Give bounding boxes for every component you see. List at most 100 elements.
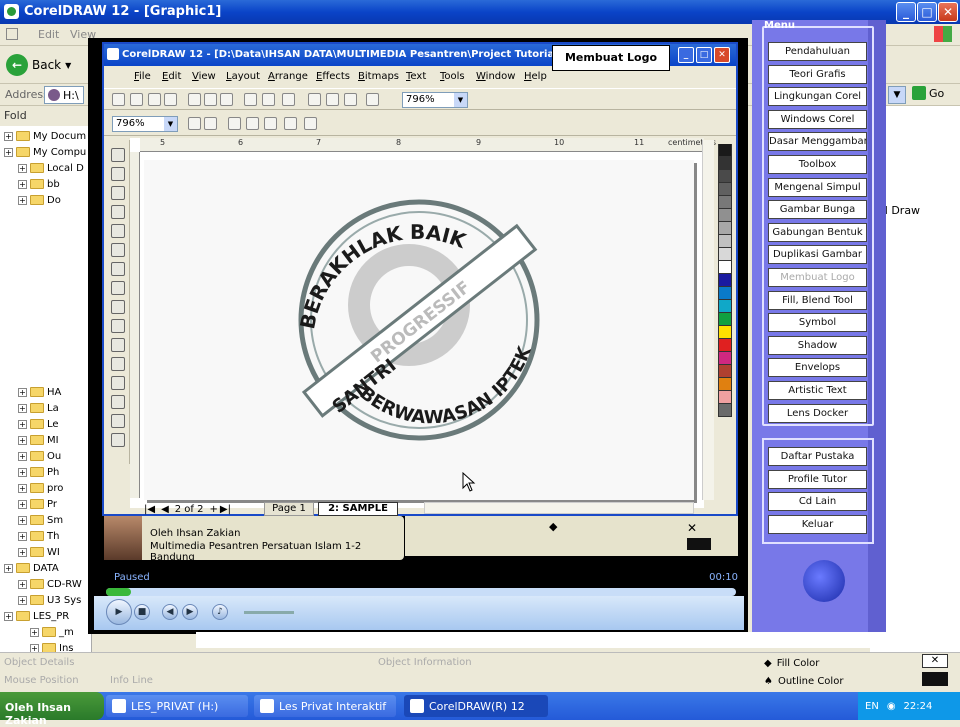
- volume-slider[interactable]: [244, 611, 294, 614]
- tree-item[interactable]: + Pr: [18, 496, 57, 512]
- tree-item[interactable]: + HA: [18, 384, 61, 400]
- menu-button[interactable]: Gambar Bunga: [768, 200, 867, 220]
- expand-icon[interactable]: +: [18, 163, 27, 173]
- tree-item[interactable]: + Th: [18, 528, 59, 544]
- back-button[interactable]: ← Back ▼: [6, 52, 71, 78]
- expand-icon[interactable]: +: [30, 627, 39, 637]
- menu-button[interactable]: Pendahuluan: [768, 42, 867, 61]
- menu-button[interactable]: Shadow: [768, 335, 867, 355]
- menu-button[interactable]: Windows Corel: [768, 109, 867, 129]
- prev-page-icon[interactable]: ◀: [161, 504, 169, 515]
- toolbar-button-icon[interactable]: [344, 93, 357, 106]
- tree-item[interactable]: + Ins: [30, 640, 74, 652]
- palette-swatch[interactable]: [718, 339, 732, 352]
- palette-swatch[interactable]: [718, 196, 732, 209]
- minimize-button[interactable]: _: [896, 2, 916, 22]
- tree-item[interactable]: + Ou: [18, 448, 61, 464]
- menu-button[interactable]: Toolbox: [768, 155, 867, 174]
- menu-bitmaps[interactable]: Bitmaps: [358, 71, 399, 82]
- last-page-icon[interactable]: ▶|: [220, 504, 231, 515]
- task-les-privat-interaktif[interactable]: Les Privat Interaktif: [254, 695, 396, 717]
- address-dropdown-button[interactable]: ▼: [888, 86, 906, 104]
- menu-window[interactable]: Window: [476, 71, 515, 82]
- toolbox-tool-icon[interactable]: [111, 205, 125, 219]
- tree-item[interactable]: + Local D: [18, 160, 84, 176]
- stop-button[interactable]: ■: [134, 604, 150, 620]
- menu-button[interactable]: Duplikasi Gambar: [768, 245, 867, 265]
- menu-button[interactable]: Dasar Menggambar: [768, 132, 867, 152]
- zoom-tool-icon[interactable]: [264, 117, 277, 130]
- menu-view[interactable]: View: [192, 71, 216, 82]
- tree-item[interactable]: + WI: [18, 544, 60, 560]
- palette-swatch[interactable]: [718, 248, 732, 261]
- toolbox-tool-icon[interactable]: [111, 319, 125, 333]
- menu-text[interactable]: Text: [406, 71, 426, 82]
- palette-swatch[interactable]: [718, 222, 732, 235]
- palette-swatch[interactable]: [718, 313, 732, 326]
- tree-item[interactable]: + CD-RW: [18, 576, 82, 592]
- toolbox-tool-icon[interactable]: [111, 167, 125, 181]
- tree-item[interactable]: + Sm: [18, 512, 63, 528]
- palette-swatch[interactable]: [718, 209, 732, 222]
- zoom-tool-icon[interactable]: [284, 117, 297, 130]
- toolbar-button-icon[interactable]: [112, 93, 125, 106]
- toolbox-tool-icon[interactable]: [111, 376, 125, 390]
- menu-file[interactable]: File: [134, 71, 151, 82]
- menu-layout[interactable]: Layout: [226, 71, 260, 82]
- toolbox-tool-icon[interactable]: [111, 395, 125, 409]
- expand-icon[interactable]: +: [4, 611, 13, 621]
- menu-button[interactable]: Artistic Text: [768, 381, 867, 400]
- palette-swatch[interactable]: [718, 300, 732, 313]
- palette-swatch[interactable]: [718, 144, 732, 157]
- inner-minimize-button[interactable]: _: [678, 47, 694, 63]
- toolbox-tool-icon[interactable]: [111, 300, 125, 314]
- palette-swatch[interactable]: [718, 287, 732, 300]
- add-page-icon[interactable]: +: [210, 504, 218, 515]
- toolbar-button-icon[interactable]: [282, 93, 295, 106]
- extra-menu-button[interactable]: Profile Tutor: [768, 469, 867, 489]
- toolbar-button-icon[interactable]: [366, 93, 379, 106]
- menu-button[interactable]: Gabungan Bentuk: [768, 222, 867, 242]
- next-button[interactable]: ▶: [182, 604, 198, 620]
- palette-swatch[interactable]: [718, 235, 732, 248]
- palette-swatch[interactable]: [718, 274, 732, 287]
- expand-icon[interactable]: +: [18, 179, 27, 189]
- menu-button[interactable]: Mengenal Simpul: [768, 177, 867, 197]
- palette-swatch[interactable]: [718, 183, 732, 196]
- toolbar-button-icon[interactable]: [326, 93, 339, 106]
- page-tab-2[interactable]: 2: SAMPLE: [318, 502, 398, 516]
- extra-menu-button[interactable]: Daftar Pustaka: [768, 447, 867, 466]
- logo-artwork[interactable]: PROGRESSIF BERAKHLAK BAIK BERWAWASAN IPT…: [144, 160, 694, 500]
- go-button[interactable]: Go: [912, 86, 944, 100]
- toolbox-tool-icon[interactable]: [111, 186, 125, 200]
- task-les-privat-folder[interactable]: LES_PRIVAT (H:): [106, 695, 248, 717]
- task-coreldraw[interactable]: CorelDRAW(R) 12: [404, 695, 548, 717]
- tree-item[interactable]: + Do: [18, 192, 61, 208]
- seek-bar[interactable]: [106, 588, 736, 596]
- expand-icon[interactable]: +: [4, 563, 13, 573]
- menu-button[interactable]: Lingkungan Corel: [768, 87, 867, 107]
- toolbar-button-icon[interactable]: [204, 93, 217, 106]
- expand-icon[interactable]: +: [18, 483, 27, 493]
- address-input[interactable]: H:\: [44, 86, 84, 104]
- inner-close-button[interactable]: ✕: [714, 47, 730, 63]
- tree-item[interactable]: + _m: [30, 624, 74, 640]
- expand-icon[interactable]: +: [18, 195, 27, 205]
- tray-icon[interactable]: ◉: [887, 701, 896, 712]
- toolbar-button-icon[interactable]: [188, 93, 201, 106]
- tree-item[interactable]: + Ph: [18, 464, 59, 480]
- palette-swatch[interactable]: [718, 365, 732, 378]
- dropdown-arrow-icon[interactable]: ▼: [65, 61, 71, 70]
- palette-swatch[interactable]: [718, 157, 732, 170]
- zoom-level-select[interactable]: 796% ▼: [402, 92, 468, 108]
- extra-menu-button[interactable]: Keluar: [768, 514, 867, 534]
- expand-icon[interactable]: +: [4, 131, 13, 141]
- toolbar-button-icon[interactable]: [244, 93, 257, 106]
- menu-help[interactable]: Help: [524, 71, 547, 82]
- extra-menu-button[interactable]: Cd Lain: [768, 492, 867, 512]
- toolbox-tool-icon[interactable]: [111, 338, 125, 352]
- menu-effects[interactable]: Effects: [316, 71, 350, 82]
- first-page-icon[interactable]: |◀: [144, 504, 155, 515]
- expand-icon[interactable]: +: [18, 531, 27, 541]
- mute-button[interactable]: ♪: [212, 604, 228, 620]
